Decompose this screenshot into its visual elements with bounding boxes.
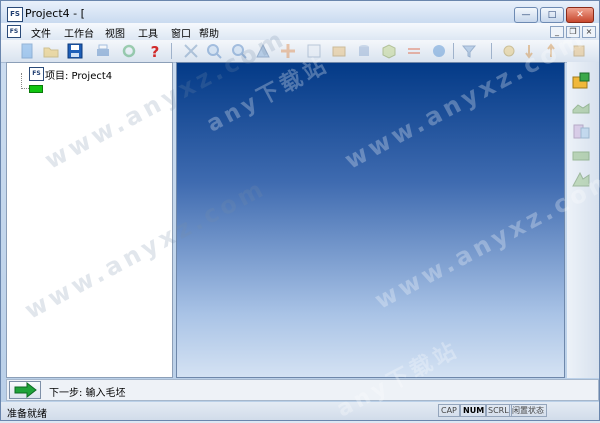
filter-icon[interactable] bbox=[461, 43, 477, 59]
scroll-lock-indicator: SCRL bbox=[485, 404, 512, 417]
help-icon[interactable]: ? bbox=[147, 43, 163, 59]
sort-down-icon[interactable] bbox=[524, 43, 540, 59]
info-icon[interactable] bbox=[431, 43, 447, 59]
surface-icon[interactable] bbox=[571, 146, 591, 164]
application-window: FS Project4 - [ — □ ✕ FS 文件 工作台 视图 工具 窗口… bbox=[0, 0, 600, 421]
minimize-button[interactable]: — bbox=[514, 7, 538, 23]
refresh-icon[interactable] bbox=[121, 43, 137, 59]
toolbar-separator bbox=[491, 43, 492, 59]
app-icon[interactable]: FS bbox=[7, 7, 23, 22]
menu-view[interactable]: 视图 bbox=[105, 25, 125, 40]
tree-connector bbox=[21, 88, 29, 89]
menu-help[interactable]: 帮助 bbox=[199, 25, 219, 40]
main-toolbar: ? bbox=[1, 40, 599, 63]
mdi-restore-button[interactable]: ❐ bbox=[566, 26, 580, 38]
cylinder-icon[interactable] bbox=[356, 43, 372, 59]
num-lock-indicator: NUM bbox=[460, 404, 488, 417]
menu-workbench[interactable]: 工作台 bbox=[64, 25, 94, 40]
status-bar: 准备就绪 CAP NUM SCRL 闲置状态 bbox=[1, 402, 599, 420]
document-menu-icon[interactable]: FS bbox=[7, 25, 21, 38]
zoom-in-icon[interactable] bbox=[206, 43, 222, 59]
menu-file[interactable]: 文件 bbox=[31, 25, 51, 40]
menu-window[interactable]: 窗口 bbox=[171, 25, 191, 40]
graphics-viewport[interactable] bbox=[176, 62, 565, 378]
rotate-view-icon[interactable] bbox=[255, 43, 271, 59]
print-icon[interactable] bbox=[95, 43, 111, 59]
toolbar-separator bbox=[171, 43, 172, 59]
right-arrow-icon bbox=[14, 381, 37, 399]
mdi-close-button[interactable]: × bbox=[582, 26, 596, 38]
next-step-label: 下一步: 输入毛坯 bbox=[49, 388, 126, 399]
idle-state-indicator: 闲置状态 bbox=[509, 404, 547, 417]
status-message: 准备就绪 bbox=[7, 409, 47, 420]
window-view-icon[interactable] bbox=[306, 43, 322, 59]
solid-icon[interactable] bbox=[381, 43, 397, 59]
sort-up-icon[interactable] bbox=[546, 43, 562, 59]
tree-connector bbox=[21, 73, 23, 89]
right-toolbar bbox=[567, 62, 599, 378]
close-button[interactable]: ✕ bbox=[566, 7, 594, 23]
blank-part-node-icon[interactable] bbox=[29, 85, 43, 93]
menu-bar: FS 文件 工作台 视图 工具 窗口 帮助 _ ❐ × bbox=[1, 23, 599, 40]
caps-lock-indicator: CAP bbox=[438, 404, 460, 417]
zoom-out-icon[interactable] bbox=[231, 43, 247, 59]
fit-view-icon[interactable] bbox=[183, 43, 199, 59]
feature-icon[interactable] bbox=[571, 122, 591, 140]
new-file-icon[interactable] bbox=[19, 43, 35, 59]
next-step-button[interactable] bbox=[9, 381, 41, 399]
menu-tools[interactable]: 工具 bbox=[138, 25, 158, 40]
add-blank-icon[interactable] bbox=[571, 72, 591, 90]
pan-icon[interactable] bbox=[280, 43, 296, 59]
step-bar: 下一步: 输入毛坯 bbox=[6, 379, 599, 401]
window-title: Project4 - [ bbox=[25, 7, 85, 20]
profile-icon[interactable] bbox=[571, 98, 591, 116]
edit-part-icon[interactable] bbox=[331, 43, 347, 59]
layers-icon[interactable] bbox=[571, 43, 587, 59]
mdi-minimize-button[interactable]: _ bbox=[550, 26, 564, 38]
transfer-icon[interactable] bbox=[406, 43, 422, 59]
settings-icon[interactable] bbox=[501, 43, 517, 59]
open-folder-icon[interactable] bbox=[43, 43, 59, 59]
tree-root-label[interactable]: 项目: Project4 bbox=[45, 67, 112, 82]
save-icon[interactable] bbox=[67, 43, 83, 59]
maximize-button[interactable]: □ bbox=[540, 7, 564, 23]
toolbar-separator bbox=[453, 43, 454, 59]
project-tree-panel[interactable]: FS 项目: Project4 bbox=[6, 62, 173, 378]
project-icon: FS bbox=[29, 67, 44, 81]
simulation-icon[interactable] bbox=[571, 170, 591, 188]
svg-text:?: ? bbox=[151, 43, 160, 59]
